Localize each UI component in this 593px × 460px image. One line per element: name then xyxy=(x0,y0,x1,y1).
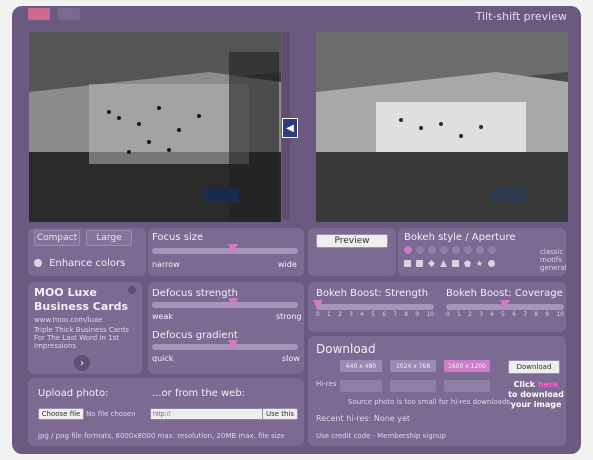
download-title: Download xyxy=(316,342,376,356)
defocus-slow: slow xyxy=(282,354,300,363)
credit-link[interactable]: Use credit code xyxy=(316,432,370,440)
defocus-quick: quick xyxy=(152,354,174,363)
defocus-weak: weak xyxy=(152,312,173,321)
download-button[interactable]: Download xyxy=(508,360,560,374)
bokeh-legend: classic motifs general xyxy=(540,248,567,272)
aperture-circle-icon[interactable] xyxy=(488,246,496,254)
large-button[interactable]: Large xyxy=(86,230,132,246)
original-photo[interactable] xyxy=(29,32,281,222)
focus-title: Focus size xyxy=(152,232,204,243)
defocus-strength-title: Defocus strength xyxy=(152,288,238,299)
here-link[interactable]: here xyxy=(538,380,559,389)
motif-pentagon-icon[interactable] xyxy=(464,260,471,267)
aperture-circle-icon[interactable] xyxy=(428,246,436,254)
app-window: Tilt-shift preview ◀ Compact Large Enhan… xyxy=(12,6,581,454)
download-button-label: Download xyxy=(516,363,552,371)
aperture-circle-icon[interactable] xyxy=(404,246,412,254)
focus-thumb[interactable] xyxy=(228,244,238,254)
defocus-strength-thumb[interactable] xyxy=(228,298,238,308)
app-title: Tilt-shift preview xyxy=(475,10,567,23)
defocus-gradient-title: Defocus gradient xyxy=(152,330,238,341)
recent-hires: Recent hi-res: None yet xyxy=(316,414,411,423)
defocus-strength-slider[interactable] xyxy=(152,298,298,308)
web-label: ...or from the web: xyxy=(152,388,246,399)
large-view-toggle[interactable] xyxy=(58,8,80,20)
adchoices-icon[interactable] xyxy=(128,286,136,294)
credit-row: Use credit code · Membership signup xyxy=(316,432,446,440)
enhance-colors-label: Enhance colors xyxy=(49,258,126,269)
hires-slot[interactable] xyxy=(340,380,382,392)
defocus-strong: strong xyxy=(276,312,302,321)
aperture-circle-icon[interactable] xyxy=(452,246,460,254)
upload-photo-label: Upload photo: xyxy=(38,388,109,399)
ad-title-1: MOO Luxe xyxy=(34,286,97,299)
ad-body: Triple Thick Business Cards For The Last… xyxy=(34,326,129,350)
bokeh-strength-slider[interactable]: 0 1 2 3 4 5 6 7 8 9 10 xyxy=(313,300,434,318)
url-input[interactable] xyxy=(150,408,264,420)
legend-motifs: motifs xyxy=(540,256,562,264)
hires-slot[interactable] xyxy=(444,380,490,392)
focus-slider[interactable] xyxy=(152,244,298,254)
motif-circle-icon[interactable] xyxy=(488,260,495,267)
preview-photo[interactable] xyxy=(316,32,568,222)
preview-button[interactable]: Preview xyxy=(316,234,388,248)
legend-classic: classic xyxy=(540,248,564,256)
ad-url: www.moo.com/luxe xyxy=(34,316,103,324)
motif-square-icon[interactable] xyxy=(452,260,459,267)
motif-star-icon[interactable] xyxy=(476,260,483,267)
motif-square-icon[interactable] xyxy=(416,260,423,267)
motif-diamond-icon[interactable] xyxy=(428,260,435,267)
membership-link[interactable]: Membership signup xyxy=(377,432,446,440)
view-toggle xyxy=(28,8,80,20)
size-1024-button[interactable]: 1024 x 768 xyxy=(390,360,436,372)
preview-label: Preview xyxy=(334,236,370,246)
focus-wide: wide xyxy=(278,260,297,269)
legend-general: general xyxy=(540,264,567,272)
choose-file-label: Choose file xyxy=(41,410,81,418)
download-hint: Click here to download your image xyxy=(508,380,564,409)
compact-view-toggle[interactable] xyxy=(28,8,50,20)
aperture-circle-icon[interactable] xyxy=(440,246,448,254)
bokeh-title: Bokeh style / Aperture xyxy=(404,232,516,243)
enhance-colors-radio-icon[interactable] xyxy=(34,259,42,267)
ad-title-2: Business Cards xyxy=(34,300,129,313)
motif-icons xyxy=(404,260,495,267)
motif-square-icon[interactable] xyxy=(404,260,411,267)
bokeh-strength-ticks: 0 1 2 3 4 5 6 7 8 9 10 xyxy=(316,311,434,318)
compact-button[interactable]: Compact xyxy=(34,230,80,246)
compact-label: Compact xyxy=(36,233,78,243)
hires-label: Hi-res xyxy=(316,380,337,388)
aperture-circle-icon[interactable] xyxy=(464,246,472,254)
motif-triangle-icon[interactable] xyxy=(440,260,447,267)
defocus-gradient-thumb[interactable] xyxy=(228,340,238,350)
enhance-colors[interactable]: Enhance colors xyxy=(34,258,125,269)
choose-file-button[interactable]: Choose file xyxy=(38,408,84,420)
size-1600-button[interactable]: 1600 x 1200 xyxy=(444,360,490,372)
compare-arrow-icon[interactable]: ◀ xyxy=(282,118,298,138)
large-label: Large xyxy=(96,233,122,243)
bokeh-coverage-slider[interactable]: 0 1 2 3 4 5 6 7 8 9 10 xyxy=(446,300,564,318)
use-this-label: Use this xyxy=(265,410,295,418)
use-this-button[interactable]: Use this xyxy=(262,408,298,420)
focus-narrow: narrow xyxy=(152,260,180,269)
ad-next-icon[interactable]: › xyxy=(74,355,90,371)
no-file-label: No file chosen xyxy=(86,410,136,418)
bokeh-coverage-ticks: 0 1 2 3 4 5 6 7 8 9 10 xyxy=(446,311,564,318)
bokeh-strength-title: Bokeh Boost: Strength xyxy=(316,288,429,299)
aperture-circle-icon[interactable] xyxy=(416,246,424,254)
size-640-button[interactable]: 640 x 480 xyxy=(340,360,382,372)
hires-slot[interactable] xyxy=(390,380,436,392)
source-note: Source photo is too small for hi-res dow… xyxy=(348,398,513,406)
bokeh-coverage-title: Bokeh Boost: Coverage xyxy=(446,288,563,299)
upload-footer: jpg / png file formats, 8000x8000 max. r… xyxy=(38,432,285,440)
aperture-circle-icon[interactable] xyxy=(476,246,484,254)
ad-panel[interactable]: MOO Luxe Business Cards www.moo.com/luxe… xyxy=(28,282,142,374)
defocus-gradient-slider[interactable] xyxy=(152,340,298,350)
bokeh-coverage-thumb[interactable] xyxy=(500,300,510,310)
aperture-icons xyxy=(404,246,496,254)
